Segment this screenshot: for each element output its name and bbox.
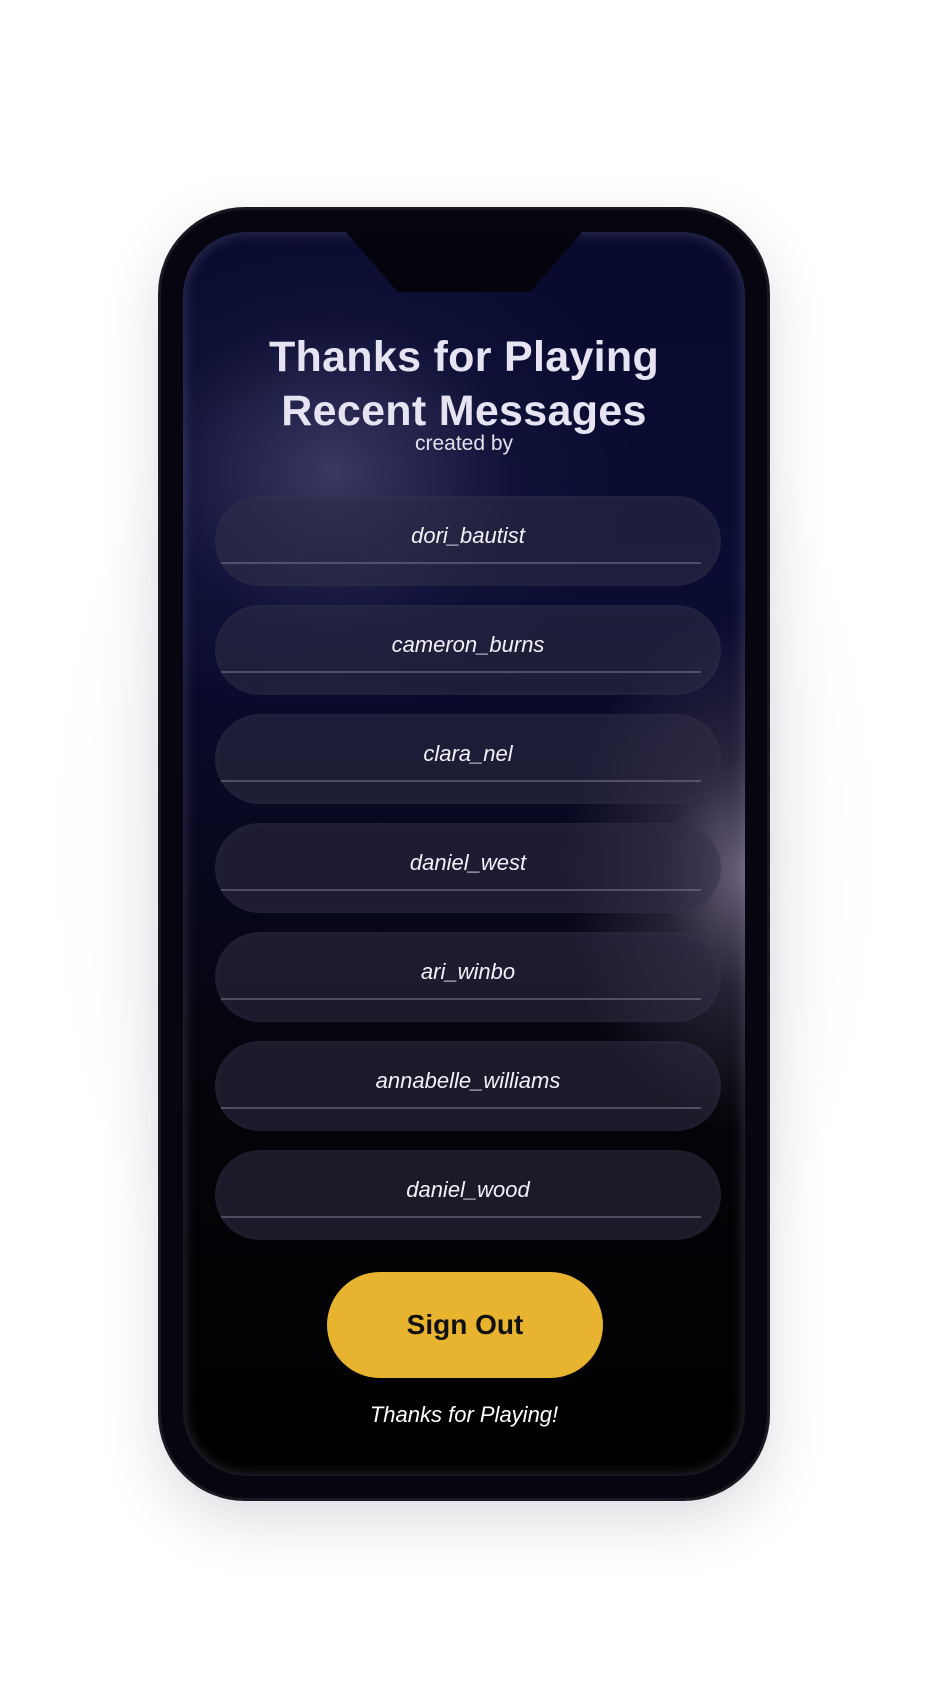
list-item[interactable]: daniel_west — [215, 823, 721, 913]
list-item-label: dori_bautist — [411, 523, 525, 548]
list-item[interactable]: dori_bautist — [215, 496, 721, 586]
page-subtitle: created by — [414, 432, 514, 455]
list-item-label: ari_winbo — [420, 959, 516, 984]
list-item-label: daniel_wood — [406, 1177, 530, 1202]
phone-screen: Thanks for Playing Recent Messages creat… — [183, 232, 745, 1476]
list-item[interactable]: ari_winbo — [215, 932, 721, 1022]
footer-text: Thanks for Playing! — [369, 1402, 559, 1427]
phone-frame: Thanks for Playing Recent Messages creat… — [161, 210, 767, 1498]
list-item[interactable]: cameron_burns — [215, 605, 721, 695]
page-title: Thanks for Playing Recent Messages — [183, 330, 745, 438]
list-item[interactable]: clara_nel — [215, 714, 721, 804]
list-item[interactable]: annabelle_williams — [215, 1041, 721, 1131]
title-line-1: Thanks for Playing — [268, 333, 660, 381]
list-item[interactable]: daniel_wood — [215, 1150, 721, 1240]
phone-notch — [346, 232, 582, 292]
page-background: Thanks for Playing Recent Messages creat… — [0, 0, 930, 1705]
message-list: dori_bautist cameron_burns clara_nel dan… — [215, 496, 721, 1259]
list-item-label: clara_nel — [423, 741, 513, 766]
sign-out-button[interactable]: Sign Out — [327, 1272, 603, 1378]
list-item-label: cameron_burns — [391, 632, 545, 657]
list-item-label: annabelle_williams — [375, 1068, 561, 1093]
list-item-label: daniel_west — [409, 850, 527, 875]
title-line-2: Recent Messages — [281, 387, 647, 435]
